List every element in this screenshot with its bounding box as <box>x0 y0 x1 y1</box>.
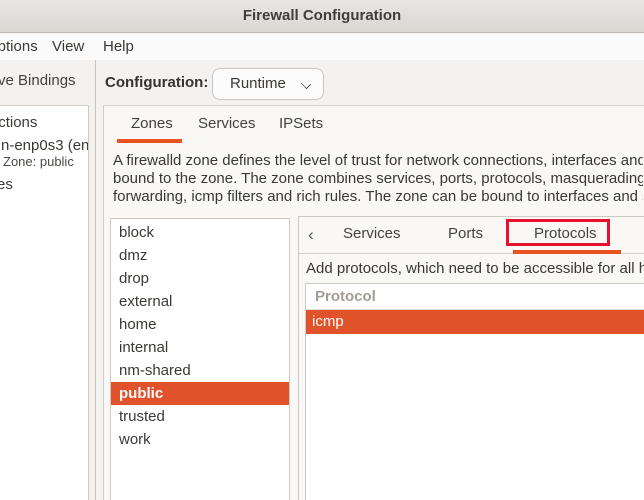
menu-bar: Options View Help <box>0 34 644 60</box>
description-line: bound to the zone. The zone combines ser… <box>113 170 643 188</box>
configuration-value: Runtime <box>230 75 286 92</box>
zone-settings-panel: ‹ Services Ports Protocols Add protocols… <box>298 216 644 500</box>
zone-row-public[interactable]: public <box>111 382 289 405</box>
tab-services[interactable]: Services <box>198 115 256 132</box>
protocols-help-text: Add protocols, which need to be accessib… <box>306 260 644 279</box>
zone-row-external[interactable]: external <box>111 290 289 313</box>
sidebar-item-interfaces[interactable]: Interfaces <box>0 174 88 196</box>
connection-name: n-enp0s3 (enp <box>0 137 88 154</box>
sidebar-separator <box>95 60 96 500</box>
sidebar-item-connections[interactable]: Connections <box>0 112 88 134</box>
zone-description: A firewalld zone defines the level of tr… <box>113 152 643 206</box>
sidebar-item-connection[interactable]: n-enp0s3 (enp Zone: public <box>0 134 88 170</box>
zone-row-nm-shared[interactable]: nm-shared <box>111 359 289 382</box>
zone-settings-tabstrip: ‹ Services Ports Protocols <box>299 217 644 254</box>
active-tab-underline <box>513 250 621 254</box>
menu-options[interactable]: Options <box>0 34 38 60</box>
connection-zone: Zone: public <box>0 154 88 170</box>
protocols-table: Protocol icmp <box>305 283 644 500</box>
protocol-column-header[interactable]: Protocol <box>306 284 644 310</box>
window-title: Firewall Configuration <box>243 7 401 24</box>
tab-zone-ports[interactable]: Ports <box>448 225 483 242</box>
zone-row-home[interactable]: home <box>111 313 289 336</box>
active-bindings-header: Active Bindings <box>0 72 88 92</box>
zone-row-drop[interactable]: drop <box>111 267 289 290</box>
zone-row-dmz[interactable]: dmz <box>111 244 289 267</box>
zone-list: block dmz drop external home internal nm… <box>110 218 290 500</box>
zone-row-block[interactable]: block <box>111 221 289 244</box>
tab-ipsets[interactable]: IPSets <box>279 115 323 132</box>
interfaces-label: Interfaces <box>0 174 13 196</box>
tab-zones[interactable]: Zones <box>131 115 173 132</box>
description-line: A firewalld zone defines the level of tr… <box>113 152 643 170</box>
configuration-label: Configuration: <box>105 74 208 91</box>
protocol-row-icmp[interactable]: icmp <box>306 310 644 334</box>
firewall-configuration-window: Firewall Configuration Options View Help… <box>0 0 644 500</box>
red-annotation-box <box>506 219 610 246</box>
title-bar[interactable]: Firewall Configuration <box>0 0 644 33</box>
tab-scroll-left-icon[interactable]: ‹ <box>308 224 314 246</box>
active-tab-underline <box>117 139 182 143</box>
active-bindings-label: Active Bindings <box>0 72 76 89</box>
tab-zone-services[interactable]: Services <box>343 225 401 242</box>
description-line: forwarding, icmp filters and rich rules.… <box>113 188 643 206</box>
connections-label: Connections <box>0 112 37 134</box>
active-bindings-list: Connections n-enp0s3 (enp Zone: public I… <box>0 105 89 500</box>
menu-view[interactable]: View <box>52 34 84 60</box>
configuration-dropdown[interactable]: Runtime <box>212 68 324 100</box>
zone-row-internal[interactable]: internal <box>111 336 289 359</box>
zone-row-work[interactable]: work <box>111 428 289 451</box>
chevron-down-icon <box>301 79 311 89</box>
zone-row-trusted[interactable]: trusted <box>111 405 289 428</box>
menu-help[interactable]: Help <box>103 34 134 60</box>
